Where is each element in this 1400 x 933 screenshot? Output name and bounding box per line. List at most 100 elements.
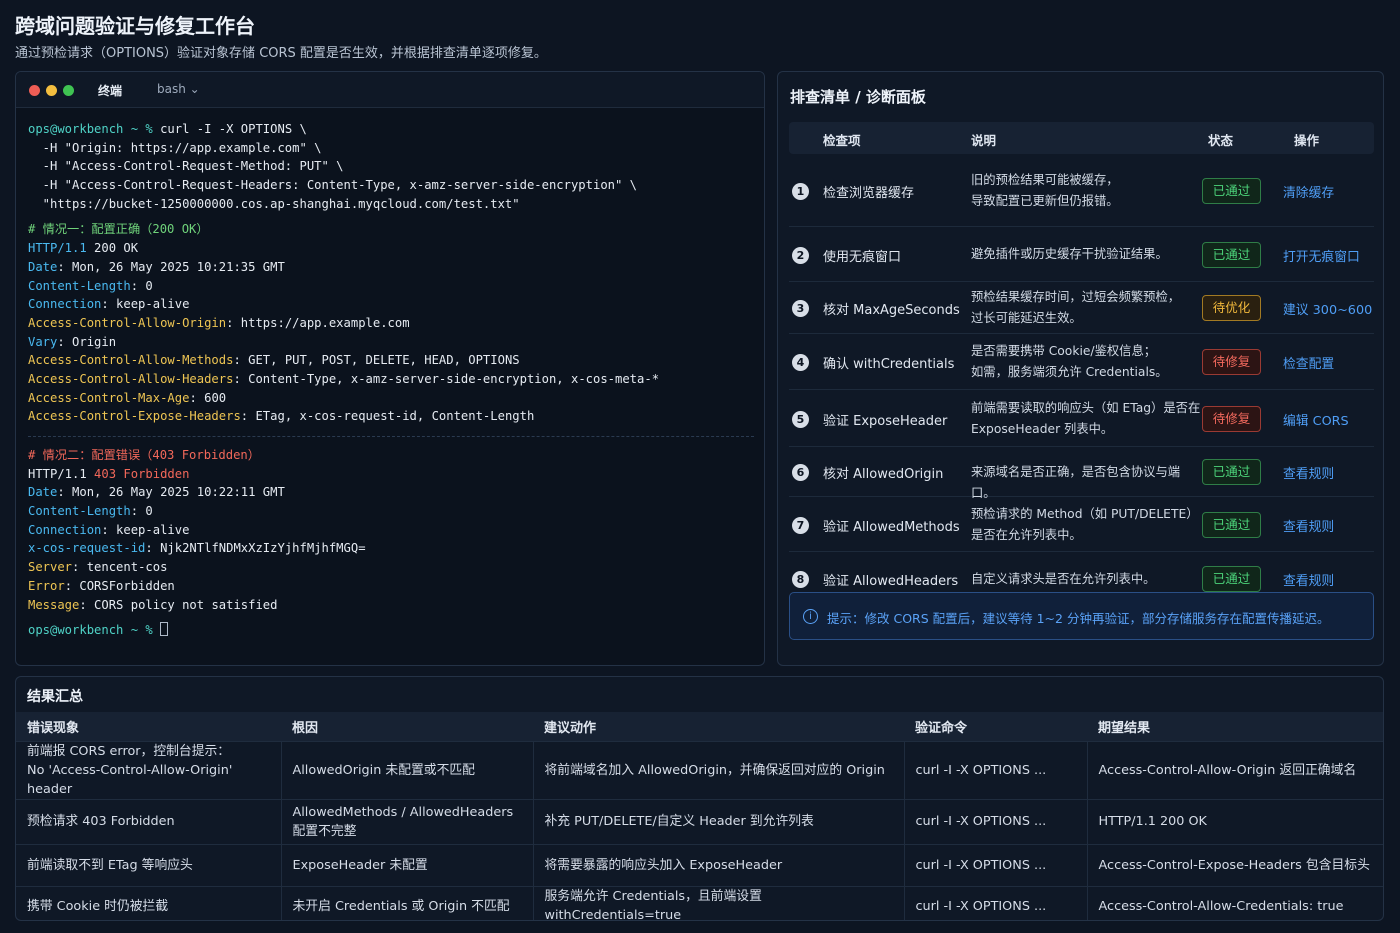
- terminal-text: : tencent-cos: [72, 560, 168, 575]
- terminal-line: Content-Length: 0: [28, 502, 754, 521]
- step-number-icon: 6: [792, 464, 809, 481]
- summary-table: 错误现象 根因 建议动作 验证命令 期望结果 前端报 CORS error，控制台提示：…: [16, 712, 1383, 920]
- terminal-text: : Njk2NTlfNDMxXzIzYjhfMjhfMGQ=: [145, 541, 366, 556]
- checklist-panel: 排查清单 / 诊断面板 检查项 说明 状态 操作 1 检查浏览器缓存 旧的预检结…: [777, 71, 1384, 666]
- terminal-output[interactable]: ops@workbench ~ % curl -I -X OPTIONS \ -…: [28, 120, 754, 640]
- terminal-text: : Content-Type, x-amz-server-side-encryp…: [233, 371, 660, 386]
- close-window-icon[interactable]: [29, 85, 40, 96]
- checklist-row: 1 检查浏览器缓存 旧的预检结果可能被缓存， 导致配置已更新但仍报错。 已通过 …: [789, 155, 1374, 227]
- terminal-line: x-cos-request-id: Njk2NTlfNDMxXzIzYjhfMj…: [28, 539, 754, 558]
- check-item-label: 核对 MaxAgeSeconds: [823, 303, 960, 318]
- terminal-line: Access-Control-Allow-Methods: GET, PUT, …: [28, 351, 754, 370]
- status-badge: 待修复: [1202, 405, 1261, 432]
- terminal-line: # 情况一：配置正确（200 OK）: [28, 220, 754, 239]
- terminal-line: "https://bucket-1250000000.cos.ap-shangh…: [28, 195, 754, 214]
- terminal-text: : keep-alive: [101, 522, 190, 537]
- terminal-line: HTTP/1.1 200 OK: [28, 239, 754, 258]
- check-item-label: 确认 withCredentials: [823, 357, 955, 372]
- step-number-icon: 3: [792, 300, 809, 317]
- tip-text: 提示：修改 CORS 配置后，建议等待 1~2 分钟再验证，部分存储服务存在配置…: [827, 611, 1330, 626]
- checklist-row: 6 核对 AllowedOrigin 来源域名是否正确，是否包含协议与端口。 已…: [789, 447, 1374, 500]
- check-action-link[interactable]: 清除缓存: [1283, 182, 1334, 201]
- checklist-header: 检查项 说明 状态 操作: [789, 122, 1374, 154]
- check-action-link[interactable]: 打开无痕窗口: [1283, 246, 1360, 265]
- tip-banner: i 提示：修改 CORS 配置后，建议等待 1~2 分钟再验证，部分存储服务存在…: [789, 592, 1374, 640]
- terminal-text: Access-Control-Allow-Methods: [28, 353, 234, 368]
- check-item-desc: 避免插件或历史缓存干扰验证结果。: [971, 247, 1168, 261]
- terminal-text: x-cos-request-id: [28, 541, 146, 556]
- checklist-row: 4 确认 withCredentials 是否需要携带 Cookie/鉴权信息；…: [789, 334, 1374, 390]
- table-cell: curl -I -X OPTIONS ...: [904, 798, 1088, 844]
- check-action-link[interactable]: 查看规则: [1283, 570, 1334, 589]
- table-cell: 预检请求 403 Forbidden: [16, 798, 282, 844]
- check-item-desc: 预检请求的 Method（如 PUT/DELETE） 是否在允许列表中。: [971, 506, 1199, 542]
- terminal-text: : 0: [130, 504, 153, 519]
- terminal-line: Server: tencent-cos: [28, 558, 754, 577]
- step-number-icon: 1: [792, 183, 809, 200]
- minimize-window-icon[interactable]: [46, 85, 57, 96]
- terminal-text: : Mon, 26 May 2025 10:22:11 GMT: [57, 485, 285, 500]
- terminal-line: Access-Control-Allow-Origin: https://app…: [28, 314, 754, 333]
- terminal-text: -H "Access-Control-Request-Method: PUT" …: [28, 159, 344, 174]
- table-cell: HTTP/1.1 200 OK: [1087, 798, 1383, 844]
- terminal-tab[interactable]: 终端: [98, 82, 122, 99]
- status-badge: 待优化: [1202, 295, 1261, 321]
- maximize-window-icon[interactable]: [63, 85, 74, 96]
- check-action-link[interactable]: 检查配置: [1283, 353, 1334, 372]
- terminal-panel[interactable]: 终端 bash ⌄ ops@workbench ~ % curl -I -X O…: [15, 71, 765, 666]
- terminal-text: 403 Forbidden: [94, 466, 190, 481]
- terminal-line: Date: Mon, 26 May 2025 10:22:11 GMT: [28, 483, 754, 502]
- check-action-link[interactable]: 查看规则: [1283, 516, 1334, 535]
- terminal-line: Content-Length: 0: [28, 277, 754, 296]
- terminal-line: # 情况二：配置错误（403 Forbidden）: [28, 446, 754, 465]
- check-item-desc: 预检结果缓存时间，过短会频繁预检， 过长可能延迟生效。: [971, 290, 1181, 325]
- info-icon: i: [803, 609, 818, 624]
- table-cell: curl -I -X OPTIONS ...: [904, 885, 1088, 920]
- header-status: 状态: [1208, 133, 1234, 148]
- check-action-link[interactable]: 编辑 CORS: [1283, 410, 1349, 429]
- check-item-label: 验证 AllowedMethods: [823, 519, 960, 535]
- page-subtitle: 通过预检请求（OPTIONS）验证对象存储 CORS 配置是否生效，并根据排查清…: [15, 46, 547, 61]
- terminal-text: Connection: [28, 522, 102, 537]
- table-cell: 补充 PUT/DELETE/自定义 Header 到允许列表: [533, 798, 905, 844]
- table-cell: 未开启 Credentials 或 Origin 不匹配: [281, 885, 534, 920]
- terminal-text: : CORS policy not satisfied: [79, 597, 278, 612]
- terminal-line: Connection: keep-alive: [28, 521, 754, 540]
- summary-column-header: 期望结果: [1087, 712, 1383, 741]
- header-desc: 说明: [971, 133, 997, 148]
- status-badge: 待修复: [1202, 349, 1261, 375]
- table-cell: AllowedMethods / AllowedHeaders 配置不完整: [281, 798, 534, 844]
- terminal-line: HTTP/1.1 403 Forbidden: [28, 465, 754, 484]
- check-item-desc: 前端需要读取的响应头（如 ETag）是否在 ExposeHeader 列表中。: [971, 400, 1201, 436]
- terminal-text: # 情况一：配置正确（200 OK）: [28, 222, 209, 237]
- terminal-line: Access-Control-Max-Age: 600: [28, 389, 754, 408]
- status-badge: 已通过: [1202, 178, 1261, 204]
- summary-column-header: 错误现象: [16, 712, 281, 741]
- summary-column-header: 验证命令: [904, 712, 1087, 741]
- terminal-text: Access-Control-Max-Age: [28, 390, 190, 405]
- terminal-line: ops@workbench ~ % curl -I -X OPTIONS \: [28, 120, 754, 139]
- table-row: 预检请求 403 Forbidden AllowedMethods / Allow…: [16, 798, 1383, 844]
- cursor-icon: [160, 622, 169, 637]
- terminal-text: Vary: [28, 334, 58, 349]
- terminal-line: ops@workbench ~ %: [28, 621, 754, 640]
- shell-selector[interactable]: bash ⌄: [157, 82, 200, 96]
- terminal-line: -H "Access-Control-Request-Headers: Cont…: [28, 176, 754, 195]
- table-cell: Access-Control-Expose-Headers 包含目标头: [1087, 843, 1383, 886]
- table-cell: 服务端允许 Credentials，且前端设置 withCredentials=…: [533, 885, 905, 920]
- terminal-text: Content-Length: [28, 278, 131, 293]
- terminal-text: : https://app.example.com: [226, 315, 410, 330]
- check-item-label: 核对 AllowedOrigin: [823, 467, 944, 482]
- terminal-text: 200 OK: [86, 241, 139, 256]
- table-cell: curl -I -X OPTIONS ...: [904, 843, 1088, 886]
- terminal-text: -H "Origin: https://app.example.com" \: [28, 140, 322, 155]
- step-number-icon: 2: [792, 246, 809, 264]
- summary-panel: 结果汇总 错误现象 根因 建议动作 验证命令 期望结果 前端报 CORS error，控…: [15, 676, 1384, 921]
- check-action-link[interactable]: 建议 300~600: [1283, 299, 1372, 318]
- terminal-line: Message: CORS policy not satisfied: [28, 596, 754, 615]
- check-action-link[interactable]: 查看规则: [1283, 463, 1334, 482]
- terminal-line: Access-Control-Allow-Headers: Content-Ty…: [28, 370, 754, 389]
- terminal-text: : 600: [189, 390, 227, 405]
- terminal-text: -H "Access-Control-Request-Headers: Cont…: [28, 178, 638, 193]
- terminal-line: Error: CORSForbidden: [28, 577, 754, 596]
